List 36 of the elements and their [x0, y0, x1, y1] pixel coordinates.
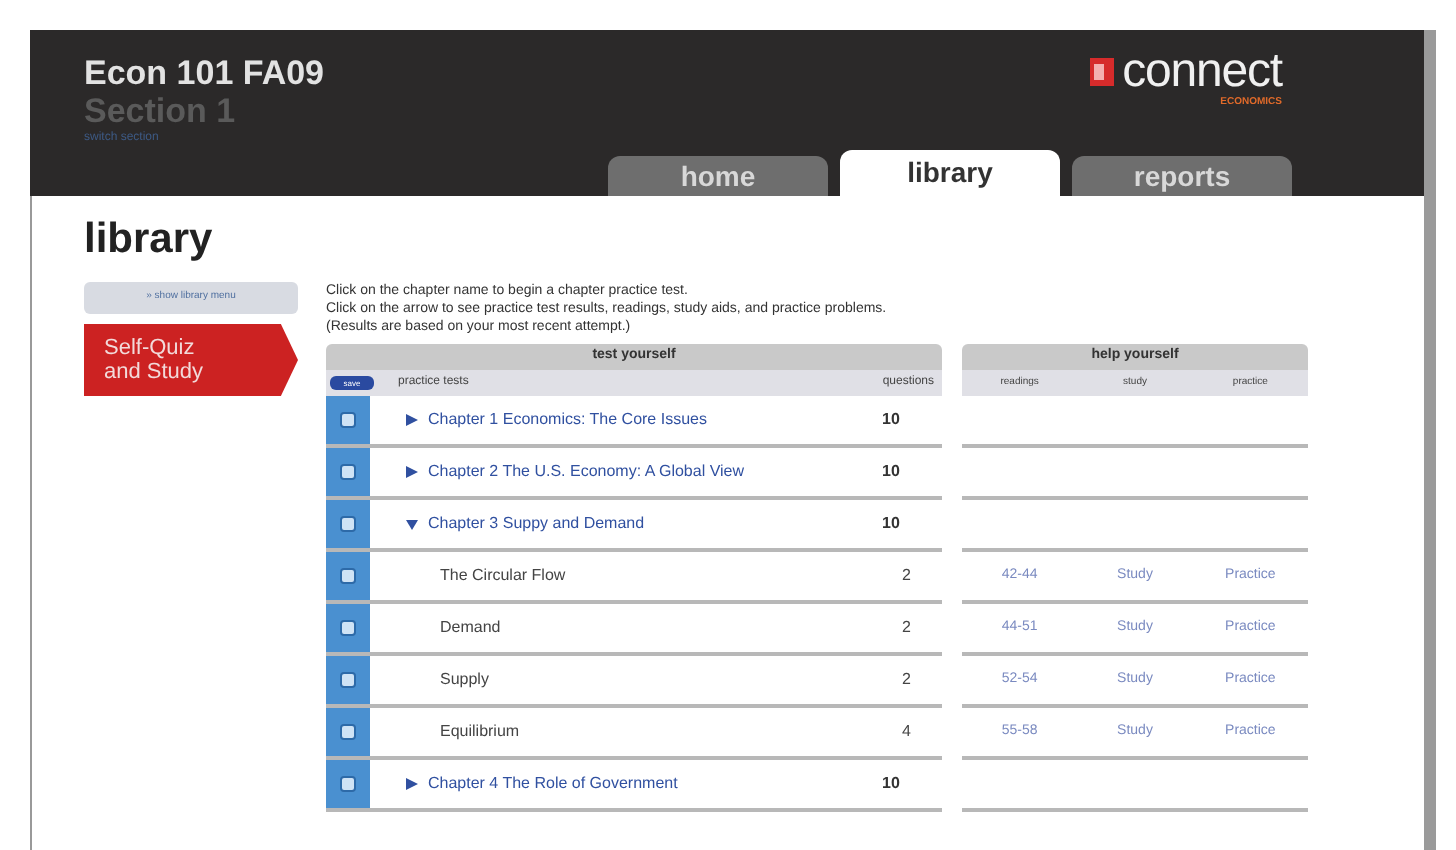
checkbox-icon[interactable]: [340, 620, 356, 636]
nav-tab[interactable]: library: [840, 150, 1060, 196]
page-title: library: [84, 216, 215, 264]
question-count: 2: [902, 564, 913, 588]
logo-icon: [1090, 58, 1115, 86]
logo-text: connect: [1122, 48, 1282, 96]
checkbox-icon[interactable]: [340, 568, 356, 584]
checkbox-icon[interactable]: [340, 776, 356, 792]
section-link[interactable]: Equilibrium: [440, 720, 520, 744]
checkbox-icon[interactable]: [340, 724, 356, 740]
down-triangle-icon[interactable]: [406, 518, 418, 530]
question-count: 2: [902, 616, 913, 640]
chapter-link[interactable]: Chapter 4 The Role of Government: [428, 772, 678, 796]
right-triangle-icon[interactable]: [406, 466, 418, 478]
section-link[interactable]: Supply: [440, 668, 489, 692]
question-count: 4: [902, 720, 913, 744]
checkbox-icon[interactable]: [340, 672, 356, 688]
chapter-link[interactable]: Chapter 3 Suppy and Demand: [428, 512, 645, 536]
question-count: 2: [902, 668, 913, 692]
question-count: 10: [882, 512, 902, 536]
question-count: 10: [882, 772, 902, 796]
question-count: 10: [882, 460, 902, 484]
right-triangle-icon[interactable]: [406, 414, 418, 426]
chapter-link[interactable]: Chapter 2 The U.S. Economy: A Global View: [428, 460, 745, 484]
nav-tab[interactable]: reports: [1072, 156, 1292, 196]
checkbox-icon[interactable]: [340, 464, 356, 480]
course-title: Econ 101 FA09: [84, 54, 325, 92]
nav-tab[interactable]: home: [608, 156, 828, 196]
sidebar-item[interactable]: Self-Quiz and Study: [84, 324, 298, 396]
checkbox-icon[interactable]: [340, 412, 356, 428]
section-link[interactable]: Demand: [440, 616, 501, 640]
chapter-link[interactable]: Chapter 1 Economics: The Core Issues: [428, 408, 707, 432]
question-count: 10: [882, 408, 902, 432]
section-link[interactable]: The Circular Flow: [440, 564, 566, 588]
right-triangle-icon[interactable]: [406, 778, 418, 790]
checkbox-icon[interactable]: [340, 516, 356, 532]
